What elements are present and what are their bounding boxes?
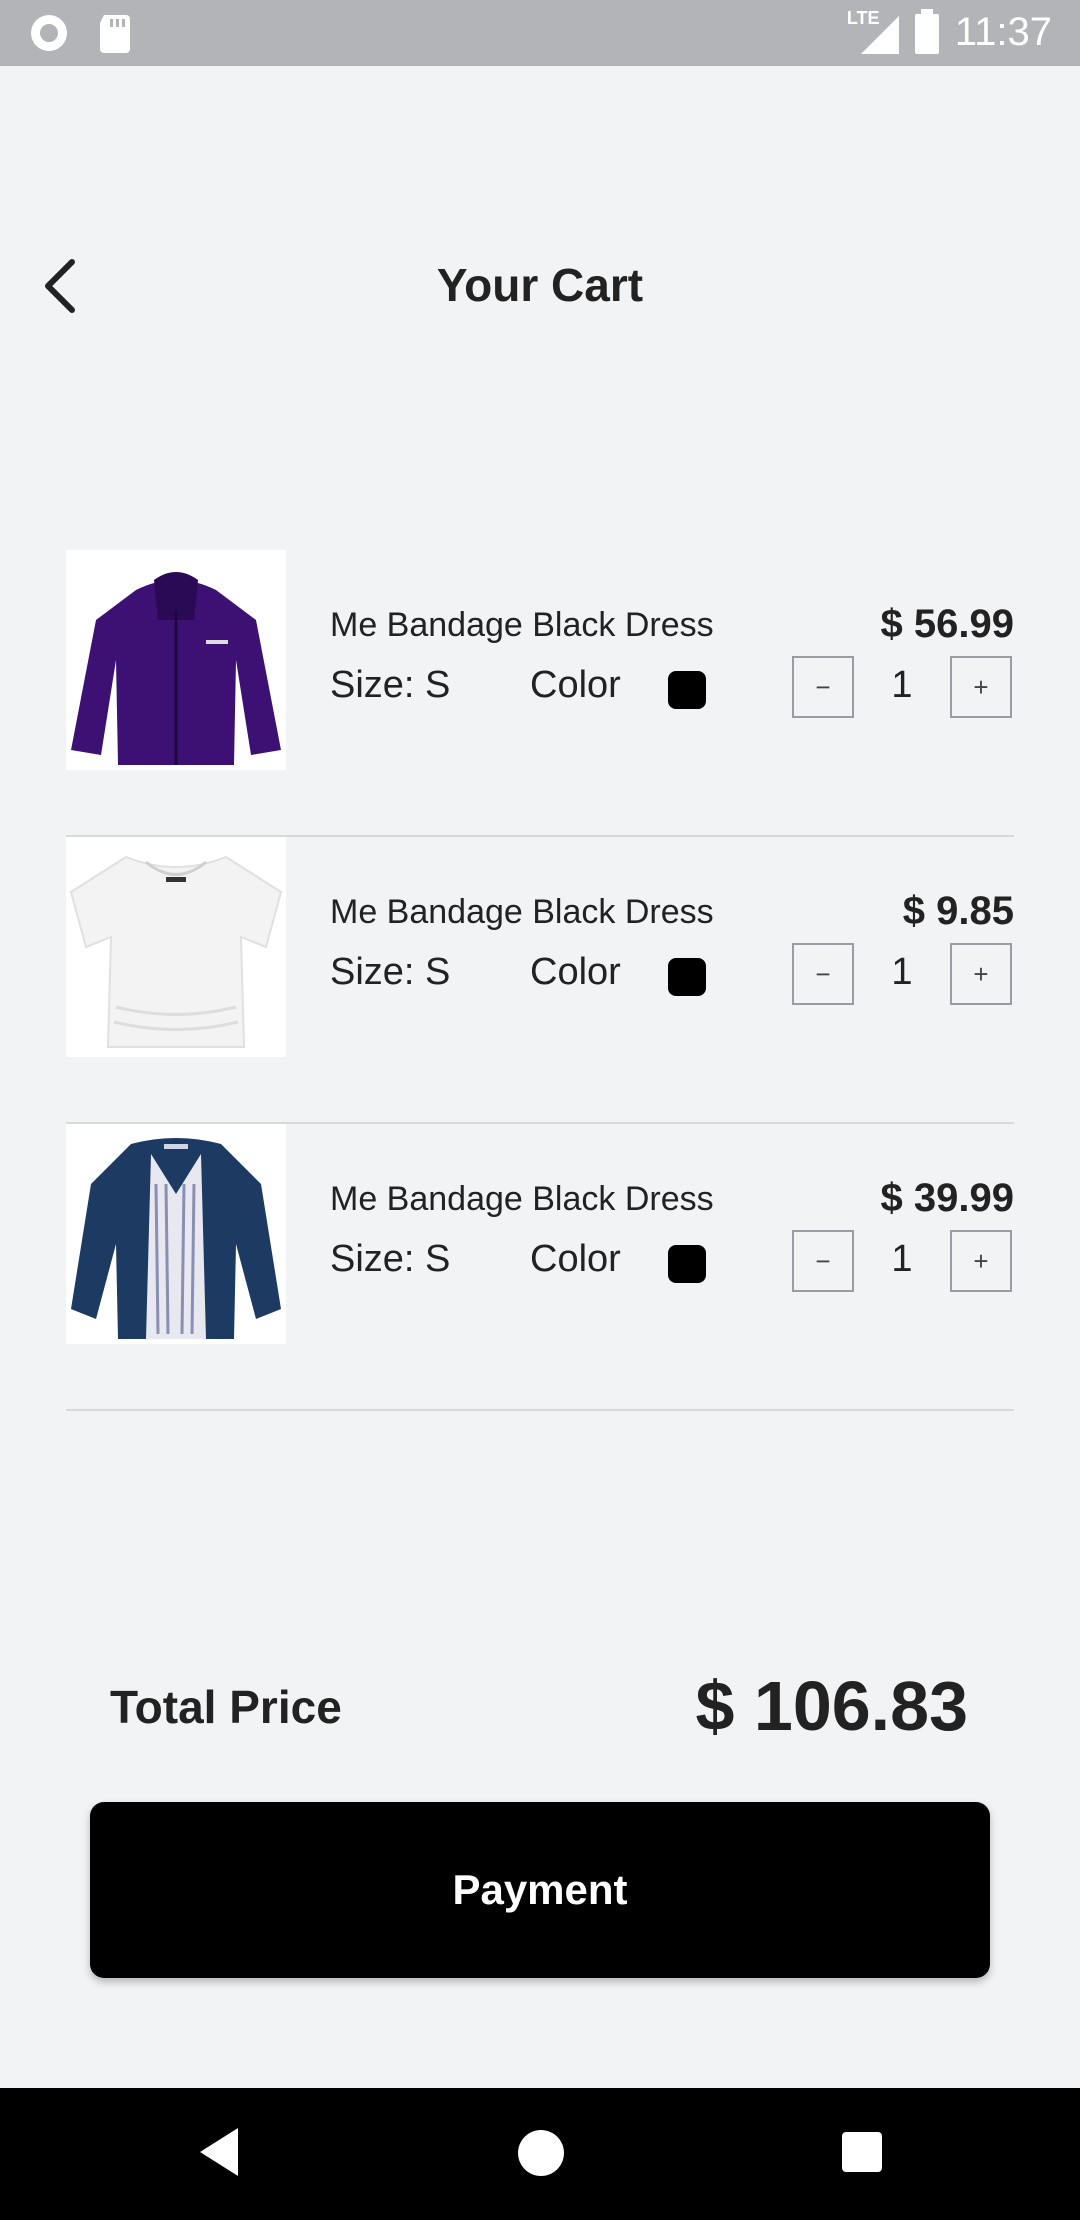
product-name: Me Bandage Black Dress — [330, 1180, 714, 1218]
product-color-label: Color — [530, 664, 621, 706]
quantity-value: 1 — [891, 664, 913, 706]
product-name: Me Bandage Black Dress — [330, 893, 714, 931]
cart-item: Me Bandage Black Dress Size: S Color $ 5… — [66, 550, 1014, 837]
status-time: 11:37 — [954, 9, 1052, 54]
purple-jacket-image — [71, 572, 281, 765]
quantity-decrease-button[interactable]: − — [792, 656, 854, 718]
page-title: Your Cart — [436, 259, 644, 311]
product-price: $ 39.99 — [880, 1176, 1014, 1220]
product-size: Size: S — [330, 1238, 451, 1280]
nav-home-icon[interactable] — [518, 2130, 564, 2176]
quantity-increase-button[interactable]: + — [950, 1230, 1012, 1292]
cart-screen: LTE 11:37 Your Cart Me Bandage Black Dre… — [0, 0, 1080, 2220]
product-price: $ 56.99 — [880, 602, 1014, 646]
nav-recents-icon[interactable] — [842, 2132, 882, 2172]
total-price-label: Total Price — [110, 1681, 342, 1733]
white-tshirt-image — [69, 855, 283, 1048]
navy-jacket-image — [71, 1138, 281, 1339]
product-size: Size: S — [330, 664, 451, 706]
quantity-decrease-button[interactable]: − — [792, 1230, 854, 1292]
sd-card-icon — [100, 15, 130, 53]
status-right: LTE 11:37 — [847, 8, 1052, 56]
quantity-increase-button[interactable]: + — [950, 656, 1012, 718]
product-image-white-tshirt[interactable] — [66, 837, 286, 1057]
product-name: Me Bandage Black Dress — [330, 606, 714, 644]
quantity-value: 1 — [891, 1238, 913, 1280]
quantity-increase-button[interactable]: + — [950, 943, 1012, 1005]
product-image-purple-jacket[interactable] — [66, 550, 286, 770]
cart-item: Me Bandage Black Dress Size: S Color $ 3… — [66, 1124, 1014, 1411]
color-swatch — [668, 1245, 706, 1283]
record-icon — [31, 15, 67, 51]
color-swatch — [668, 671, 706, 709]
quantity-value: 1 — [891, 951, 913, 993]
nav-back-icon[interactable] — [198, 2126, 240, 2178]
cart-item: Me Bandage Black Dress Size: S Color $ 9… — [66, 837, 1014, 1124]
product-size: Size: S — [330, 951, 451, 993]
battery-icon — [914, 9, 939, 54]
cart-list: Me Bandage Black Dress Size: S Color $ 5… — [66, 550, 1014, 1411]
payment-button[interactable]: Payment — [90, 1802, 990, 1978]
product-image-navy-jacket[interactable] — [66, 1124, 286, 1344]
color-swatch — [668, 958, 706, 996]
product-color-label: Color — [530, 951, 621, 993]
product-price: $ 9.85 — [902, 889, 1014, 933]
lte-signal-icon: LTE — [847, 8, 899, 56]
payment-button-label: Payment — [452, 1866, 628, 1913]
total-price-value: $ 106.83 — [695, 1667, 968, 1745]
product-color-label: Color — [530, 1238, 621, 1280]
system-nav-bar — [0, 2088, 1080, 2220]
status-left — [28, 12, 132, 54]
status-bar: LTE 11:37 — [0, 0, 1080, 66]
quantity-decrease-button[interactable]: − — [792, 943, 854, 1005]
